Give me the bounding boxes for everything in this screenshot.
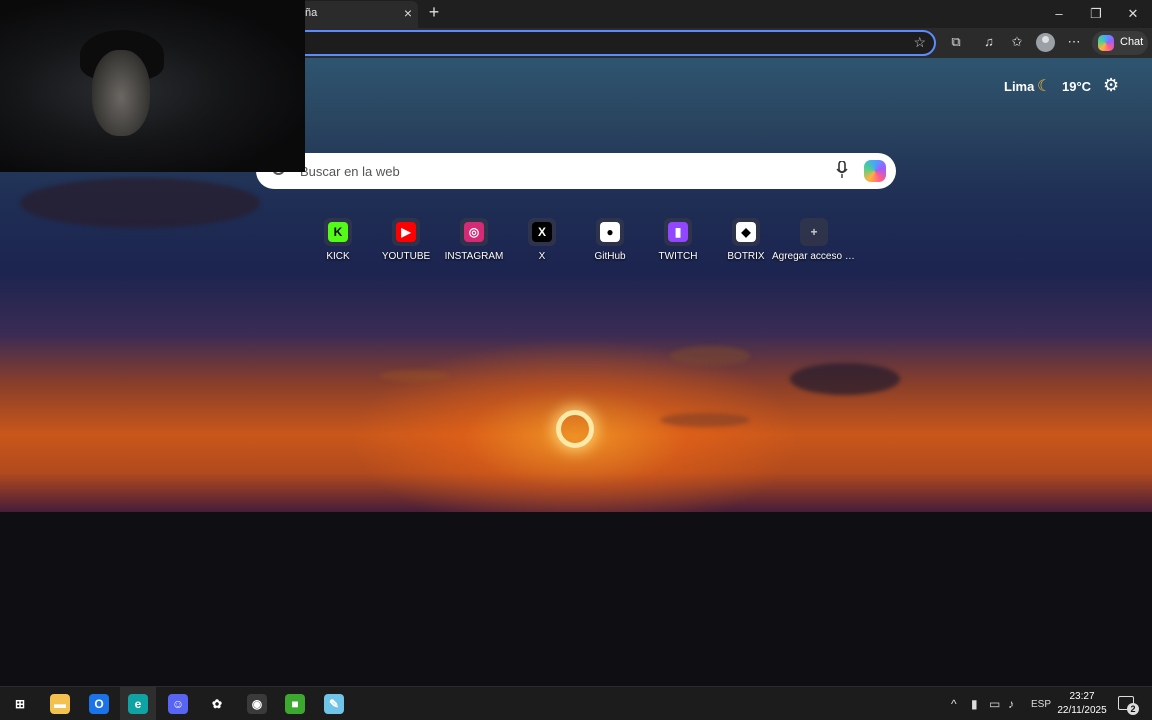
web-search-box[interactable] <box>256 153 896 189</box>
windows-start-icon[interactable]: ⊞ <box>10 694 30 714</box>
quick-link-tile: X <box>528 218 556 246</box>
favorite-star-icon[interactable]: ☆ <box>913 34 926 51</box>
edge-icon[interactable]: e <box>128 694 148 714</box>
weather-temperature: 19°C <box>1062 79 1092 94</box>
cloud <box>790 363 900 395</box>
obs-icon[interactable]: ◉ <box>247 694 267 714</box>
quick-link-label: Agregar acceso directo <box>772 251 856 262</box>
tab-close-icon[interactable]: × <box>404 5 412 21</box>
tab-title: ña <box>305 7 318 19</box>
copilot-search-icon[interactable] <box>864 160 886 182</box>
quick-link-tile: ◎ <box>460 218 488 246</box>
favorites-icon[interactable]: ✩ <box>1007 34 1027 52</box>
copilot-icon <box>1098 35 1114 51</box>
botrix-icon: ◆ <box>736 222 756 242</box>
quick-link-tile: ● <box>596 218 624 246</box>
profile-avatar[interactable] <box>1036 33 1055 52</box>
instagram-icon: ◎ <box>464 222 484 242</box>
minimize-button[interactable]: – <box>1044 4 1074 24</box>
x-icon: X <box>532 222 552 242</box>
media-icon[interactable]: ♫ <box>979 34 999 52</box>
microphone-tray-icon[interactable]: ▮ <box>971 697 978 711</box>
add-icon: + <box>810 225 818 239</box>
chat-label: Chat <box>1120 36 1144 48</box>
copilot-chat-button[interactable]: Chat <box>1092 31 1148 55</box>
restore-button[interactable]: ❐ <box>1081 4 1111 24</box>
quick-link-tile: ▮ <box>664 218 692 246</box>
page-settings-gear-icon[interactable]: ⚙ <box>1103 75 1119 96</box>
quick-link-tile: K <box>324 218 352 246</box>
webcam-overlay <box>0 0 305 172</box>
quick-link-x[interactable]: XX <box>508 218 576 268</box>
language-indicator[interactable]: ESP <box>1031 699 1051 710</box>
chatgpt-icon[interactable]: ✿ <box>207 694 227 714</box>
kick-icon: K <box>328 222 348 242</box>
webcam-face <box>92 50 150 136</box>
moon-icon: ☾ <box>1037 78 1052 95</box>
quick-link-twitch[interactable]: ▮ TWITCH <box>644 218 712 268</box>
github-icon: ● <box>600 222 620 242</box>
volume-icon[interactable]: ♪ <box>1008 697 1014 711</box>
windows-taskbar: ⊞ ▬ Oe ☺ ✿ ◉ ■ ✎ ^ ▮ ▭ ♪ ESP 23:27 22/11/2025 2 <box>0 686 1152 720</box>
weather-city: Lima <box>1004 79 1035 94</box>
quick-link-kick[interactable]: K KICK <box>304 218 372 268</box>
network-icon[interactable]: ▭ <box>989 697 1000 711</box>
outlook-icon[interactable]: O <box>89 694 109 714</box>
quick-link-youtube[interactable]: ▶ YOUTUBE <box>372 218 440 268</box>
quick-link-instagram[interactable]: ◎ INSTAGRAM <box>440 218 508 268</box>
clock-date: 22/11/2025 <box>1057 705 1107 716</box>
quick-link-tile: ◆ <box>732 218 760 246</box>
youtube-icon: ▶ <box>396 222 416 242</box>
notepad-icon[interactable]: ✎ <box>324 694 344 714</box>
horizon-ground <box>0 512 1152 686</box>
search-input[interactable] <box>300 161 800 181</box>
notification-count: 2 <box>1127 703 1139 715</box>
cloud <box>380 370 450 382</box>
quick-link-tile: + <box>800 218 828 246</box>
system-clock[interactable]: 23:27 22/11/2025 <box>1052 690 1112 718</box>
clock-time: 23:27 <box>1069 691 1095 702</box>
quick-link-github[interactable]: ● GitHub <box>576 218 644 268</box>
twitch-icon: ▮ <box>668 222 688 242</box>
cloud <box>20 178 260 228</box>
quick-link-botrix[interactable]: ◆ BOTRIX <box>712 218 780 268</box>
discord-icon[interactable]: ☺ <box>168 694 188 714</box>
cloud <box>660 413 750 427</box>
eclipse-sun <box>556 410 594 448</box>
file-explorer-icon[interactable]: ▬ <box>50 694 70 714</box>
quick-link-tile: ▶ <box>392 218 420 246</box>
extensions-icon[interactable]: ⧉ <box>946 34 966 52</box>
show-hidden-icons-icon[interactable]: ^ <box>951 697 957 711</box>
new-tab-button[interactable]: + <box>424 2 444 22</box>
address-bar[interactable]: ☆ <box>290 30 936 56</box>
cloud <box>670 346 750 366</box>
more-options-icon[interactable]: ⋯ <box>1064 34 1084 52</box>
quick-link-add[interactable]: + Agregar acceso directo <box>772 218 856 268</box>
minecraft-icon[interactable]: ■ <box>285 694 305 714</box>
close-window-button[interactable]: ✕ <box>1118 4 1148 24</box>
microphone-icon[interactable] <box>836 161 848 179</box>
browser-tab[interactable]: ña × <box>290 1 418 28</box>
